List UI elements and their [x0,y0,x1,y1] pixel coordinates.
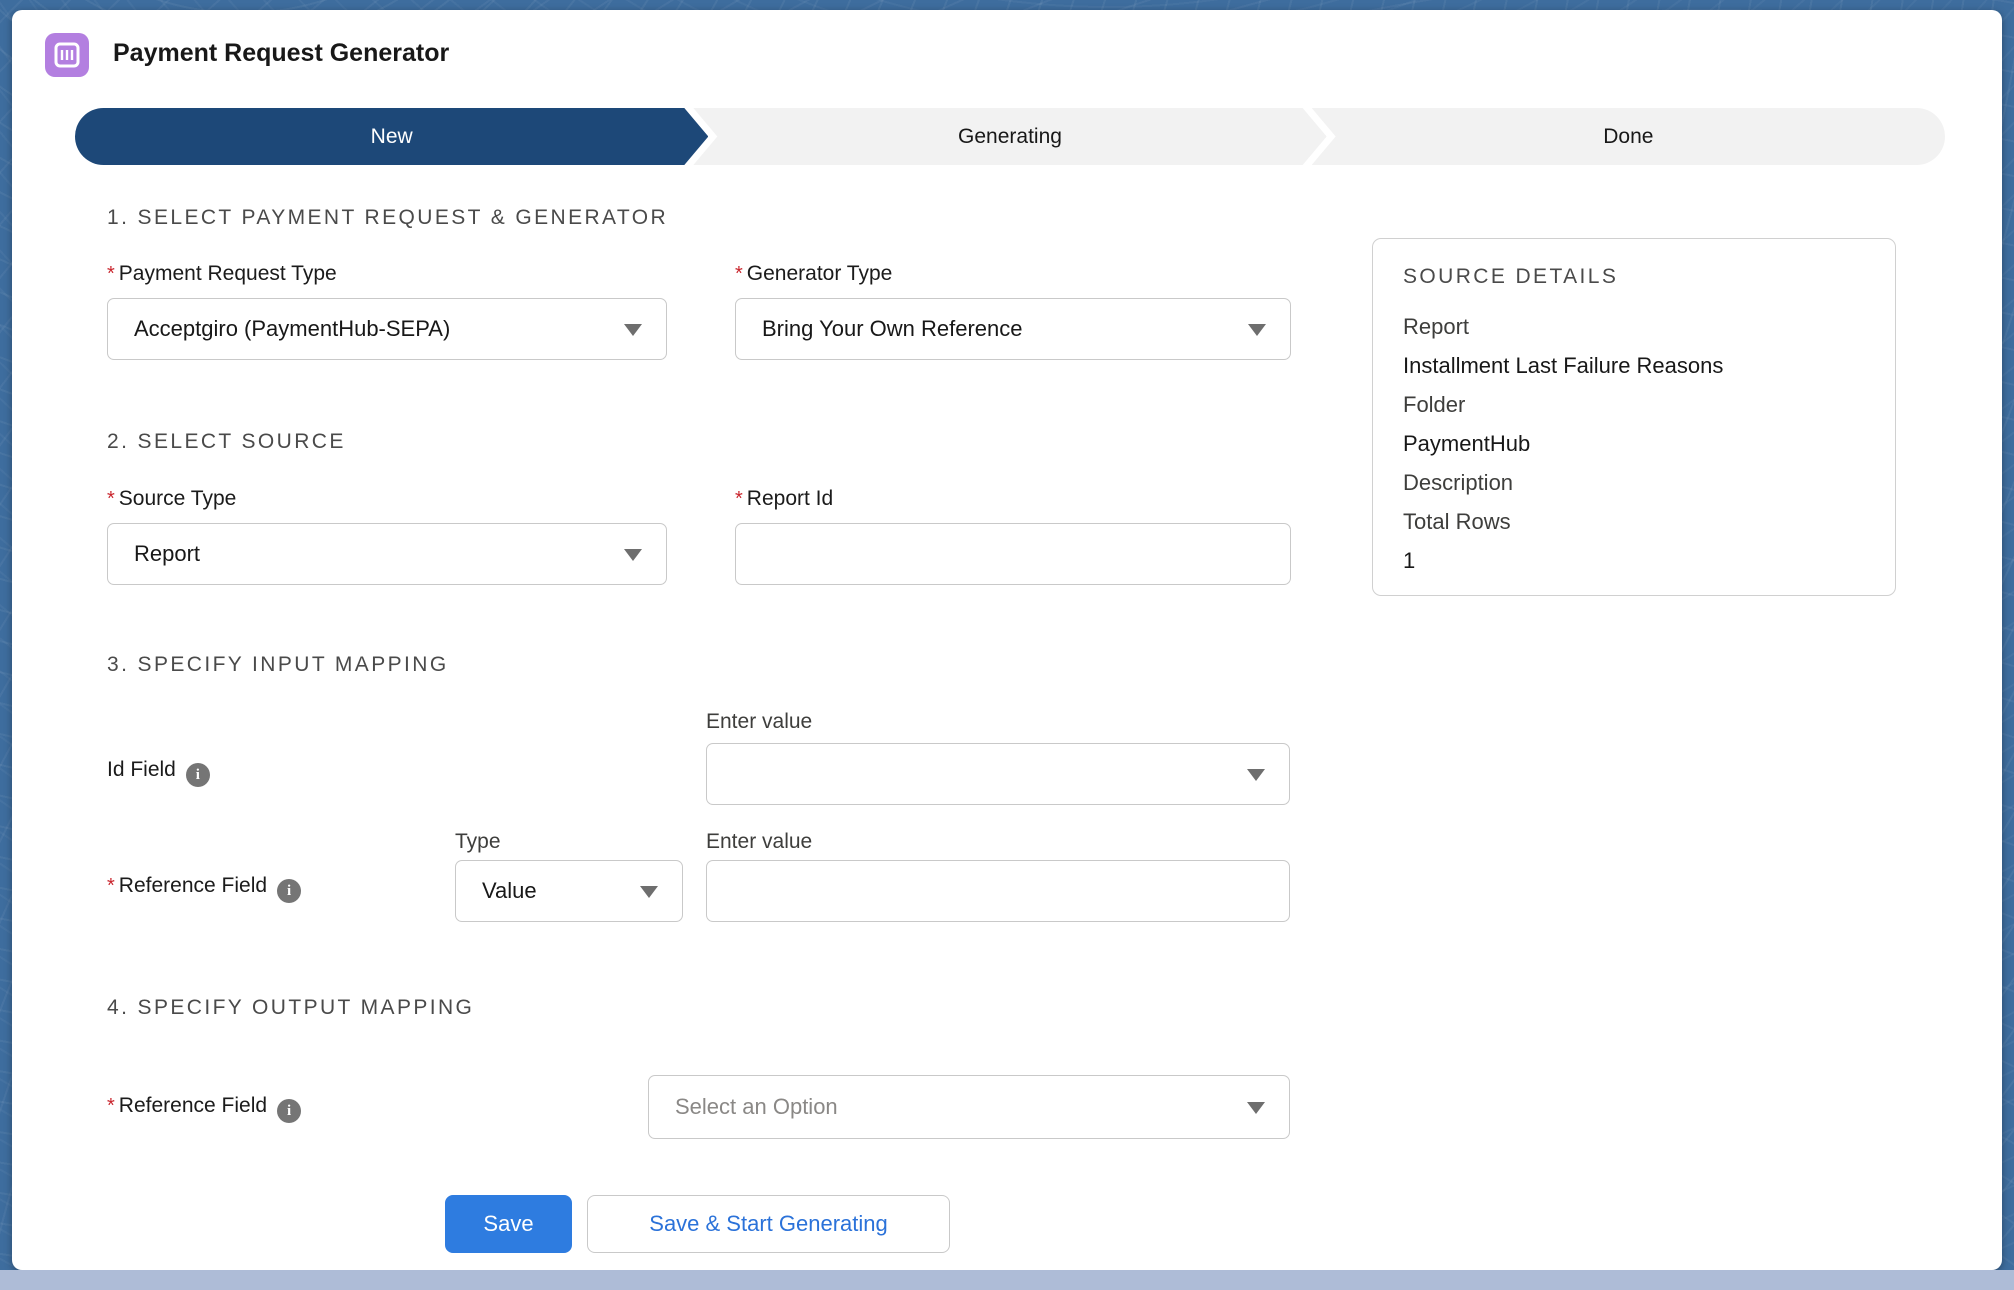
source-detail-value: Installment Last Failure Reasons [1403,346,1865,385]
source-type-select[interactable]: Report [107,523,667,585]
path-stage-done[interactable]: Done [1312,108,1945,165]
generator-type-label: *Generator Type [735,262,892,286]
required-asterisk: * [107,1095,115,1117]
reference-field-type-select[interactable]: Value [455,860,683,922]
payment-request-type-label: *Payment Request Type [107,262,337,286]
reference-field-value-input[interactable] [706,860,1290,922]
save-button[interactable]: Save [445,1195,572,1253]
source-detail-value: PaymentHub [1403,424,1865,463]
progress-path: New Generating Done [75,108,1945,165]
required-asterisk: * [107,488,115,510]
source-details-panel: SOURCE DETAILS Report Installment Last F… [1372,238,1896,596]
payment-request-type-select[interactable]: Acceptgiro (PaymentHub-SEPA) [107,298,667,360]
generator-type-value: Bring Your Own Reference [762,316,1023,342]
payment-request-type-value: Acceptgiro (PaymentHub-SEPA) [134,316,450,342]
required-asterisk: * [107,875,115,897]
generator-type-select[interactable]: Bring Your Own Reference [735,298,1291,360]
path-stage-label: Generating [958,125,1062,149]
source-detail-value: 1 [1403,541,1865,580]
id-field-label: Id Fieldi [107,758,210,787]
chevron-down-icon [624,549,642,561]
id-field-combobox[interactable] [706,743,1290,805]
path-stage-generating[interactable]: Generating [693,108,1326,165]
chevron-down-icon [1248,324,1266,336]
reference-field-type-label: Type [455,830,501,854]
info-icon[interactable]: i [277,1099,301,1123]
required-asterisk: * [107,263,115,285]
source-detail-label: Report [1403,307,1865,346]
report-id-input[interactable] [735,523,1291,585]
source-type-value: Report [134,541,200,567]
save-and-start-generating-button[interactable]: Save & Start Generating [587,1195,950,1253]
section-3-heading: 3. SPECIFY INPUT MAPPING [107,653,449,677]
chevron-down-icon [624,324,642,336]
required-asterisk: * [735,263,743,285]
path-stage-label: Done [1603,125,1653,149]
source-detail-label: Folder [1403,385,1865,424]
source-type-label: *Source Type [107,487,236,511]
path-stage-label: New [371,125,413,149]
id-field-enter-value-label: Enter value [706,710,812,734]
chevron-down-icon [1247,769,1265,781]
path-stage-new[interactable]: New [75,108,708,165]
required-asterisk: * [735,488,743,510]
bottom-background-band [0,1270,2014,1290]
reference-field-label: *Reference Fieldi [107,874,301,903]
info-icon[interactable]: i [277,879,301,903]
output-reference-field-select[interactable]: Select an Option [648,1075,1290,1139]
chevron-down-icon [1247,1102,1265,1114]
page-title: Payment Request Generator [113,39,449,68]
reference-field-enter-value-label: Enter value [706,830,812,854]
section-1-heading: 1. SELECT PAYMENT REQUEST & GENERATOR [107,206,668,230]
payment-request-generator-card: Payment Request Generator New Generating… [12,10,2002,1270]
output-reference-field-placeholder: Select an Option [675,1094,838,1120]
payment-generator-icon [45,33,89,77]
section-2-heading: 2. SELECT SOURCE [107,430,346,454]
source-details-heading: SOURCE DETAILS [1403,265,1865,289]
barcode-columns-icon [51,39,83,71]
source-detail-label: Total Rows [1403,502,1865,541]
info-icon[interactable]: i [186,763,210,787]
reference-field-type-value: Value [482,878,537,904]
output-reference-field-label: *Reference Fieldi [107,1094,301,1123]
source-detail-label: Description [1403,463,1865,502]
chevron-down-icon [640,886,658,898]
report-id-label: *Report Id [735,487,833,511]
section-4-heading: 4. SPECIFY OUTPUT MAPPING [107,996,474,1020]
